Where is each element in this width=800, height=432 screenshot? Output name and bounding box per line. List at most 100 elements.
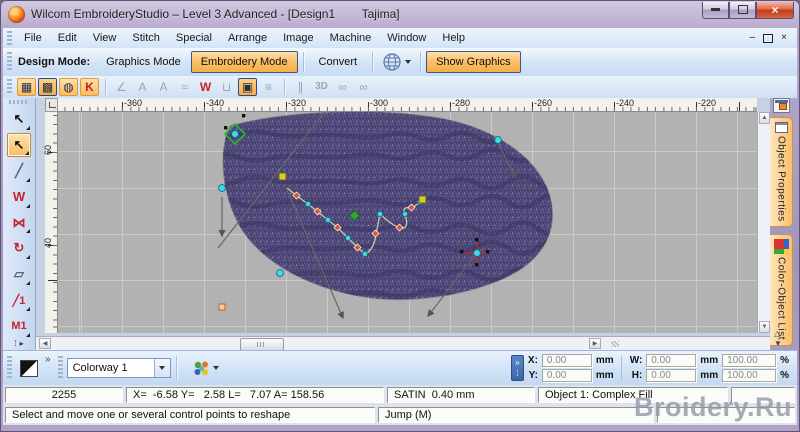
x-label: X: — [527, 355, 538, 366]
digitize-line-tool[interactable]: ╱1 — [7, 288, 31, 312]
stitch-toolbar-handle[interactable] — [7, 79, 12, 95]
convert-button[interactable]: Convert — [309, 51, 368, 73]
tab-scroll-down-icon[interactable]: ▼ — [774, 340, 782, 348]
close-button[interactable]: × — [756, 1, 794, 19]
select-tool[interactable]: ↖ — [7, 107, 31, 131]
effect-3d-icon[interactable]: 3D — [312, 78, 331, 96]
stitch-toolbar: ▦ ▩ ◍ K ∠ A A ≈ W ⊔ ▣ ≡ ∥ 3D ∞ ∞ — [3, 76, 797, 99]
true-view-b-icon[interactable]: ∞ — [354, 78, 373, 96]
lettering-a-icon[interactable]: A — [133, 78, 152, 96]
menu-image[interactable]: Image — [275, 30, 322, 46]
stitch-info: SATIN 0.40 mm — [387, 387, 535, 403]
colorway-toolbar: » Colorway 1 » ⁞ X: 0.00 mm W: 0.00 mm 1… — [3, 350, 797, 385]
menu-window[interactable]: Window — [379, 30, 434, 46]
menu-machine[interactable]: Machine — [322, 30, 380, 46]
freehand-closed-tool[interactable]: ⋈ — [7, 211, 31, 235]
program-split-icon[interactable]: ◍ — [59, 78, 78, 96]
y-unit: mm — [595, 370, 614, 381]
menu-file[interactable]: File — [16, 30, 50, 46]
tatami-fill-icon[interactable]: ▩ — [38, 78, 57, 96]
palette-dropdown-caret — [212, 366, 219, 370]
document-minimize-icon[interactable]: – — [750, 33, 756, 43]
hoop-globe-button[interactable] — [378, 50, 415, 74]
minimize-button[interactable] — [702, 1, 729, 19]
toolbox-overflow[interactable]: ⁞ ▸ — [14, 339, 23, 350]
properties-window-icon[interactable] — [773, 98, 790, 113]
reshape-tool[interactable]: ↖ — [7, 132, 31, 157]
fill-stitch-icon[interactable]: ▦ — [17, 78, 36, 96]
restore-button[interactable] — [729, 1, 756, 19]
ruler-corner-button[interactable] — [45, 98, 58, 112]
menu-help[interactable]: Help — [434, 30, 473, 46]
scroll-down-icon: ▼ — [761, 324, 768, 330]
mixing-palette-button[interactable] — [190, 358, 222, 379]
toolbar-overflow-icon[interactable]: » — [45, 351, 51, 365]
tab-scroll-up-icon[interactable]: △ — [774, 330, 782, 338]
mode-toolbar-handle[interactable] — [7, 52, 12, 72]
scroll-left-button[interactable]: ◀ — [39, 338, 51, 349]
overflow-arrow-icon: ▸ — [19, 339, 24, 349]
document-close-icon[interactable]: × — [781, 33, 787, 43]
stipple-run-icon[interactable]: ∥ — [291, 78, 310, 96]
vertical-scrollbar[interactable]: ▲ ▼ — [757, 112, 770, 333]
menu-drag-handle[interactable] — [7, 31, 12, 45]
column-a-icon[interactable]: ∠ — [112, 78, 131, 96]
colorway-dropdown-button[interactable] — [153, 359, 170, 377]
reshape-polygon-tool[interactable]: ▱ — [7, 262, 31, 286]
graphics-mode-button[interactable]: Graphics Mode — [96, 51, 191, 73]
motif-fill-icon[interactable]: ▣ — [238, 78, 257, 96]
menu-view[interactable]: View — [85, 30, 125, 46]
show-graphics-button[interactable]: Show Graphics — [426, 51, 521, 73]
app-window: Wilcom EmbroideryStudio – Level 3 Advanc… — [0, 0, 800, 432]
run-stitch-icon[interactable]: ≈ — [175, 78, 194, 96]
document-restore-icon[interactable] — [763, 33, 774, 43]
mirror-rotate-tool[interactable]: ↻ — [7, 236, 31, 260]
x-field[interactable]: 0.00 — [541, 354, 592, 367]
zigzag-stitch-icon[interactable]: W — [196, 78, 215, 96]
scale-w-field[interactable]: 100.00 — [722, 354, 777, 367]
y-field[interactable]: 0.00 — [541, 369, 592, 382]
ruler-label: -280 — [452, 98, 471, 108]
knife-icon: ╱ — [15, 162, 23, 178]
true-view-a-icon[interactable]: ∞ — [333, 78, 352, 96]
separator — [284, 79, 285, 95]
flexi-split-icon[interactable]: K — [80, 78, 99, 96]
lettering-b-icon[interactable]: A — [154, 78, 173, 96]
scale-h-field[interactable]: 100.00 — [722, 369, 777, 382]
object-properties-icon — [774, 122, 788, 133]
menu-special[interactable]: Special — [168, 30, 220, 46]
digitize-run-tool[interactable]: M1 — [7, 314, 31, 338]
tab-object-properties[interactable]: Object Properties — [770, 117, 793, 227]
knife-tool[interactable]: ╱ — [7, 159, 31, 183]
scroll-down-button[interactable]: ▼ — [759, 321, 770, 333]
menu-edit[interactable]: Edit — [50, 30, 85, 46]
reshape-icon: ↖ — [13, 136, 25, 152]
e-stitch-icon[interactable]: ⊔ — [217, 78, 236, 96]
background-color-icon[interactable] — [20, 359, 38, 377]
colorway-select[interactable]: Colorway 1 — [66, 358, 171, 378]
tab-label: Color-Object List — [775, 257, 787, 340]
scroll-up-button[interactable]: ▲ — [759, 112, 770, 124]
embroidery-mode-button[interactable]: Embroidery Mode — [190, 51, 298, 73]
menu-stitch[interactable]: Stitch — [124, 30, 168, 46]
design-canvas[interactable] — [58, 112, 757, 333]
select-icon: ↖ — [13, 110, 25, 126]
panel-overflow-chip[interactable]: » ⁞ — [510, 355, 524, 381]
scroll-right-button[interactable]: ▶ — [589, 338, 601, 349]
watermark: Broidery.Ru — [633, 392, 792, 422]
horizontal-scrollbar[interactable]: ◀ ▶ — [36, 336, 770, 351]
colorway-handle[interactable] — [7, 356, 12, 380]
freehand-run-tool[interactable]: W — [7, 185, 31, 209]
close-icon: × — [771, 2, 779, 17]
menu-arrange[interactable]: Arrange — [220, 30, 275, 46]
ruler-label: -260 — [534, 98, 553, 108]
tab-scroll-buttons: △ ▼ — [774, 330, 782, 348]
colorway-handle-2[interactable] — [57, 356, 63, 380]
horizontal-ruler: -360 -340 -320 -300 -280 -260 -240 -220 — [58, 98, 757, 112]
toolbox-handle[interactable] — [9, 100, 29, 104]
h-field[interactable]: 0.00 — [646, 369, 697, 382]
satin-lines-icon[interactable]: ≡ — [259, 78, 278, 96]
w-field[interactable]: 0.00 — [646, 354, 697, 367]
app-icon — [8, 5, 25, 23]
splitter-grip[interactable] — [611, 341, 619, 347]
